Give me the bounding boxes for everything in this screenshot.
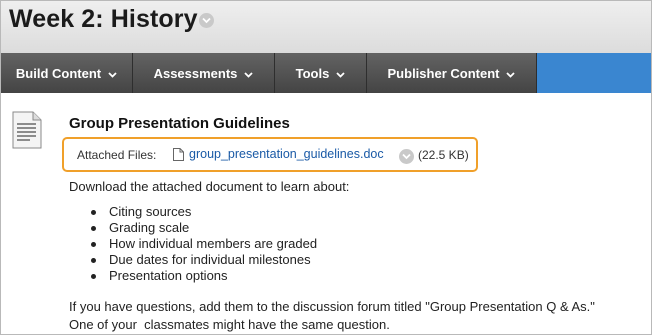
content-item-title[interactable]: Group Presentation Guidelines xyxy=(69,115,290,132)
attachment-size: (22.5 KB) xyxy=(418,148,469,162)
list-item: How individual members are graded xyxy=(91,236,317,252)
menu-item-label: Assessments xyxy=(153,65,238,81)
file-icon xyxy=(173,148,184,161)
chevron-down-icon xyxy=(108,66,117,81)
list-item: Grading scale xyxy=(91,220,317,236)
attached-files-box: Attached Files: group_presentation_guide… xyxy=(62,137,478,172)
attached-files-label: Attached Files: xyxy=(77,148,157,162)
closing-line: One of your classmates might have the sa… xyxy=(69,317,390,332)
chevron-down-icon xyxy=(244,66,254,81)
page-title: Week 2: History xyxy=(9,5,198,33)
publisher-content-menu[interactable]: Publisher Content xyxy=(367,53,537,93)
menu-bar-accent xyxy=(537,53,651,93)
topics-list: Citing sources Grading scale How individ… xyxy=(91,204,317,284)
assessments-menu[interactable]: Assessments xyxy=(133,53,275,93)
item-description: Download the attached document to learn … xyxy=(69,179,350,194)
closing-paragraph: If you have questions, add them to the d… xyxy=(69,298,649,334)
document-icon xyxy=(12,111,42,149)
chevron-down-icon[interactable] xyxy=(199,13,214,28)
chevron-down-icon xyxy=(506,66,516,81)
list-item: Due dates for individual milestones xyxy=(91,252,317,268)
menu-item-label: Publisher Content xyxy=(387,65,500,81)
page-frame: Week 2: History Build Content Assessment… xyxy=(0,0,652,335)
attachment-link[interactable]: group_presentation_guidelines.doc xyxy=(189,147,384,161)
list-item: Citing sources xyxy=(91,204,317,220)
chevron-down-icon[interactable] xyxy=(399,149,414,164)
closing-line: If you have questions, add them to the d… xyxy=(69,299,595,314)
list-item: Presentation options xyxy=(91,268,317,284)
content-menu-bar: Build Content Assessments Tools Publishe… xyxy=(1,53,651,93)
tools-menu[interactable]: Tools xyxy=(275,53,367,93)
menu-item-label: Build Content xyxy=(15,65,102,81)
build-content-menu[interactable]: Build Content xyxy=(1,53,133,93)
page-header: Week 2: History xyxy=(1,1,651,53)
menu-item-label: Tools xyxy=(295,65,330,81)
chevron-down-icon xyxy=(336,66,345,81)
